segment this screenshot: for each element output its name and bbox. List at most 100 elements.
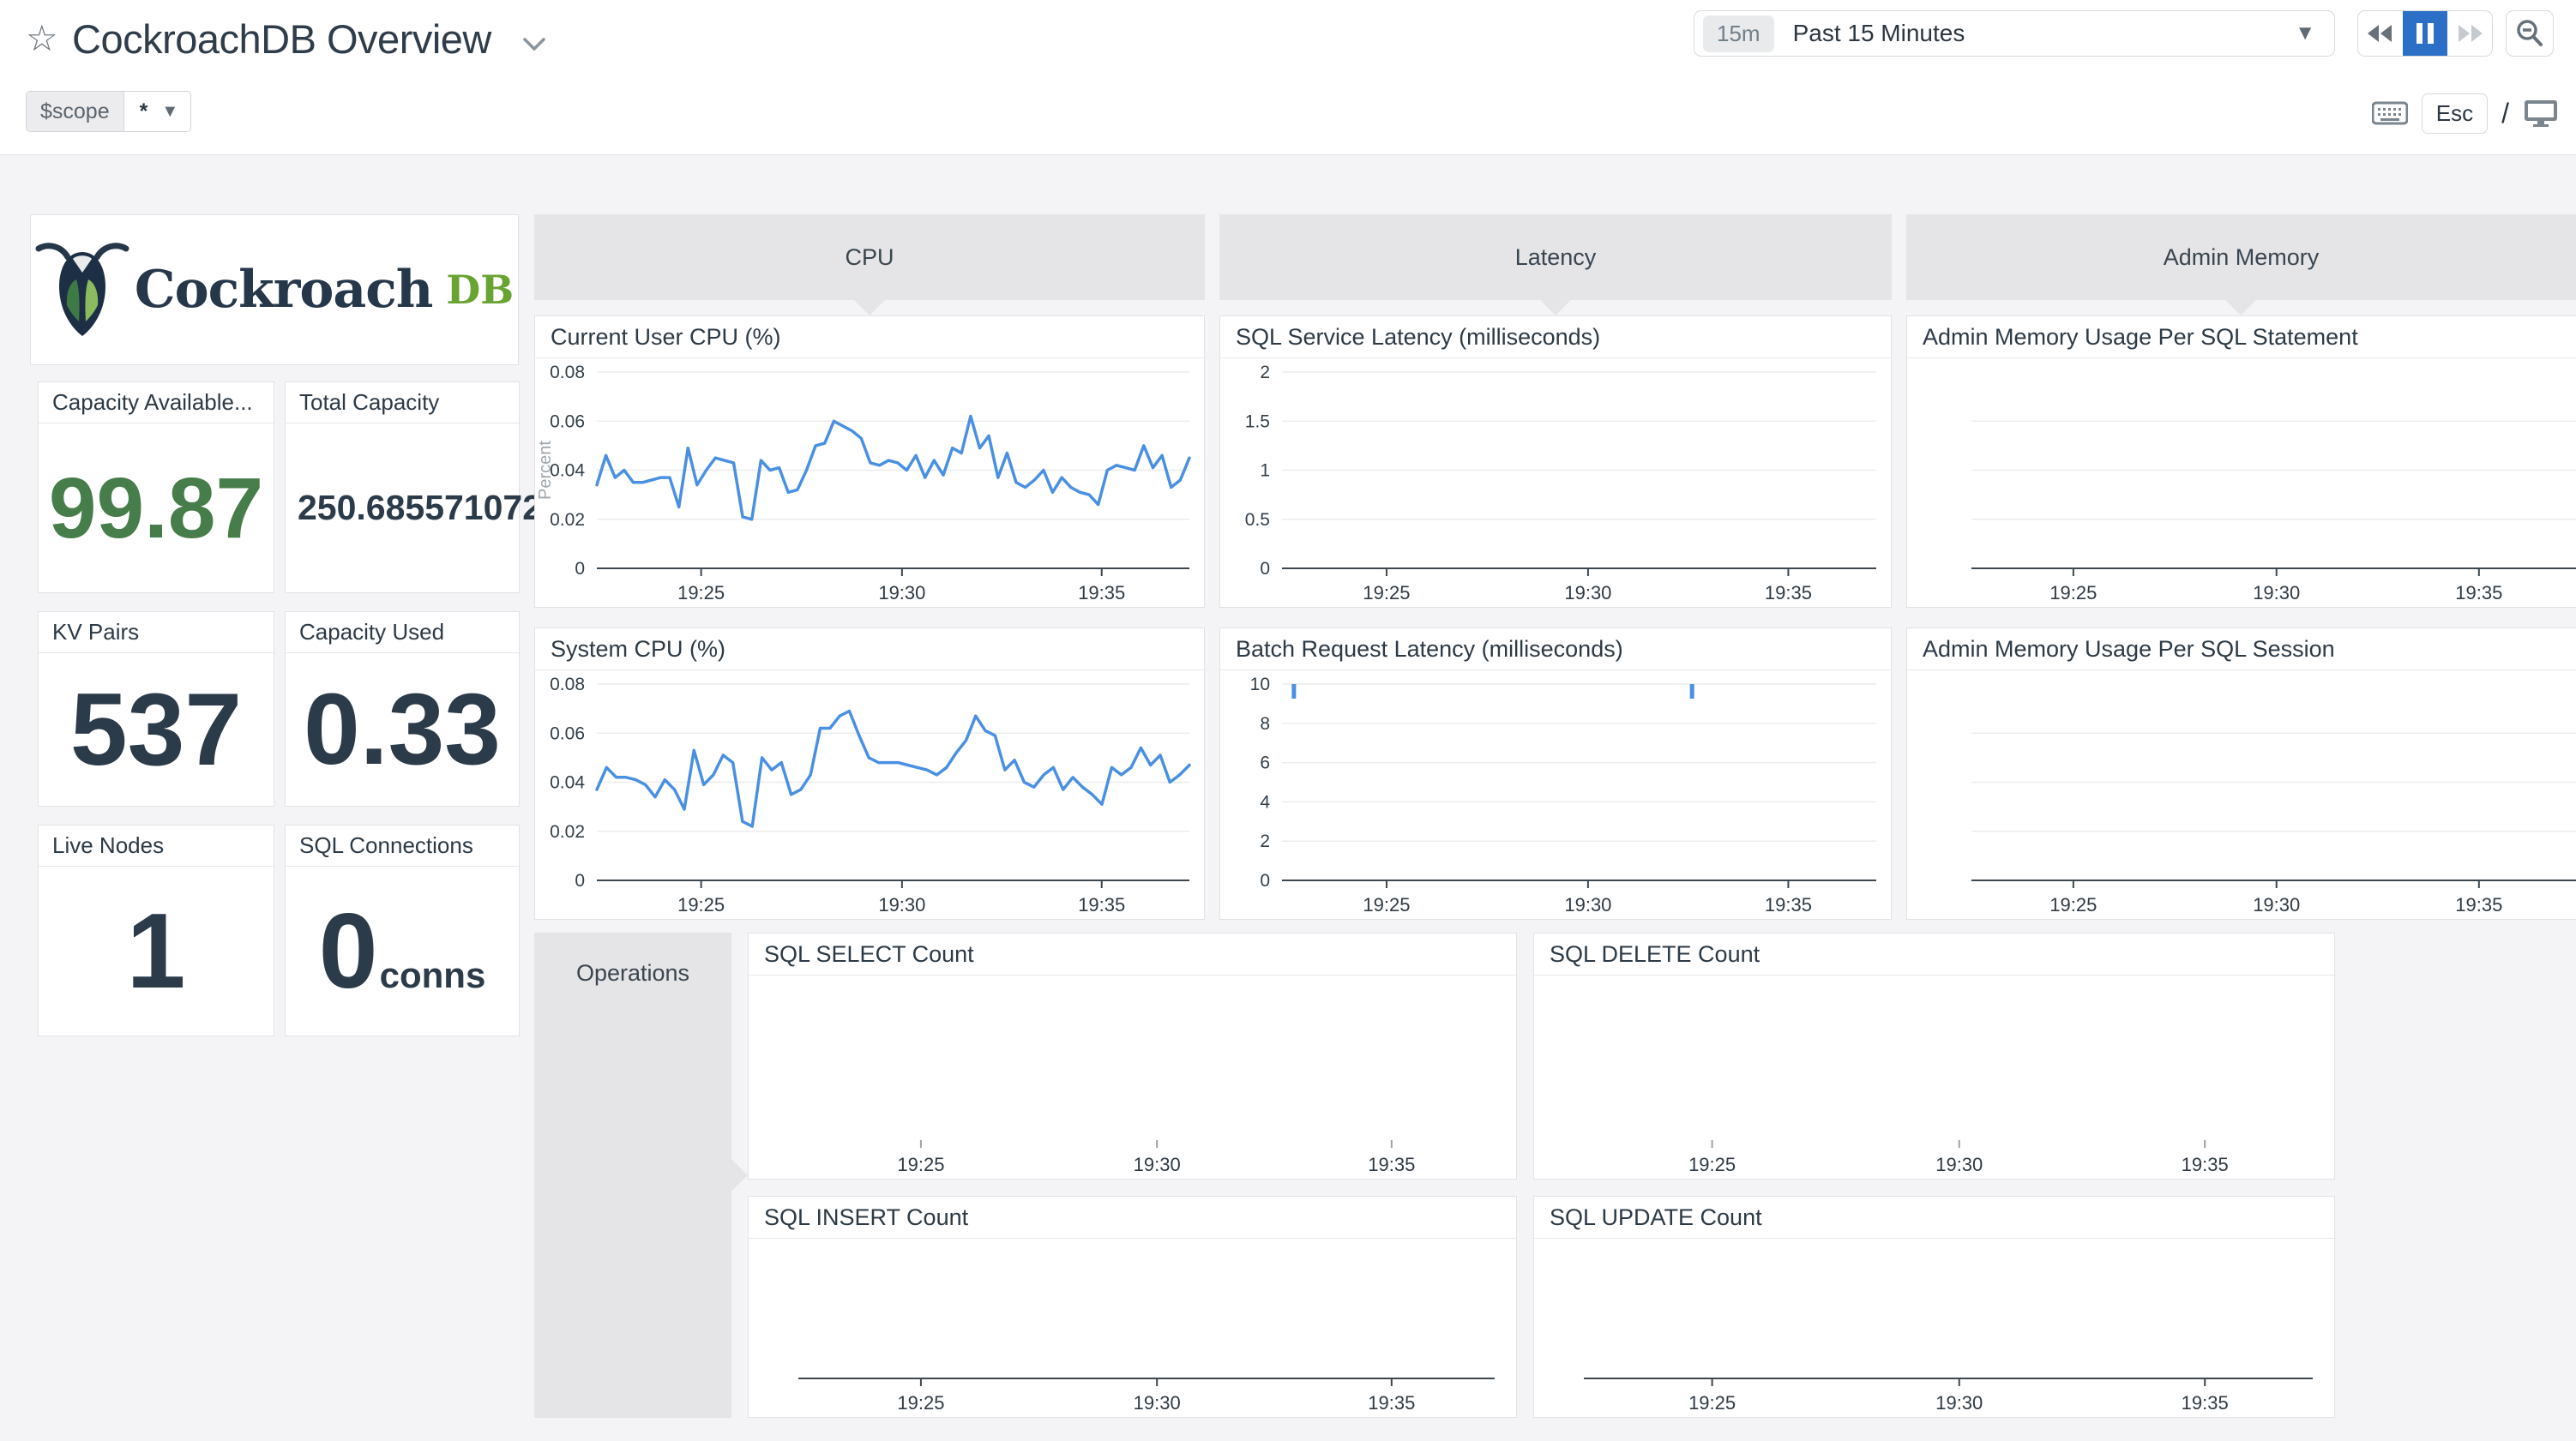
svg-text:19:35: 19:35 — [2182, 1392, 2229, 1414]
svg-text:19:25: 19:25 — [2049, 582, 2097, 603]
svg-text:19:35: 19:35 — [1368, 1154, 1415, 1175]
svg-text:19:25: 19:25 — [1363, 582, 1410, 603]
svg-text:1: 1 — [1260, 461, 1270, 481]
chart-plot-area[interactable]: 19:25 19:30 19:35 — [1907, 358, 2576, 607]
svg-text:19:25: 19:25 — [1363, 894, 1410, 916]
svg-text:19:25: 19:25 — [897, 1392, 944, 1414]
chart-plot-area[interactable]: 19:2519:3019:35 — [1534, 976, 2334, 1179]
group-notch — [2225, 300, 2256, 315]
svg-text:19:30: 19:30 — [1935, 1392, 1983, 1414]
chart-plot-area[interactable]: 024681019:2519:3019:35 — [1220, 670, 1891, 919]
chart-plot-area[interactable]: 19:2519:3019:35 — [1907, 670, 2576, 919]
esc-shortcut-button[interactable]: Esc — [2422, 93, 2488, 134]
favorite-star-icon[interactable]: ☆ — [26, 21, 58, 57]
svg-text:19:30: 19:30 — [1564, 582, 1611, 603]
svg-text:19:30: 19:30 — [878, 582, 925, 603]
chart-sql-select-count[interactable]: SQL SELECT Count 19:2519:3019:35 — [748, 933, 1517, 1180]
svg-text:19:35: 19:35 — [2455, 582, 2502, 603]
card-capacity-used[interactable]: Capacity Used 0.33 — [285, 611, 520, 807]
svg-text:2: 2 — [1260, 832, 1270, 851]
chart-admin-memory-session[interactable]: Admin Memory Usage Per SQL Session 19:25… — [1906, 627, 2576, 920]
metric-unit: conns — [380, 955, 486, 996]
card-title: Capacity Available... — [39, 382, 274, 423]
time-range-badge: 15m — [1703, 15, 1774, 52]
card-title: KV Pairs — [39, 612, 274, 653]
svg-text:0.5: 0.5 — [1245, 510, 1270, 530]
svg-text:0: 0 — [1260, 871, 1270, 891]
svg-text:0: 0 — [575, 559, 585, 579]
cockroachdb-logo-card: Cockroach DB — [30, 214, 519, 365]
group-header-operations[interactable]: Operations — [534, 933, 731, 1418]
chart-plot-area[interactable]: 19:2519:3019:35 — [1534, 1239, 2334, 1417]
svg-text:19:30: 19:30 — [1134, 1154, 1181, 1175]
svg-text:19:35: 19:35 — [1368, 1392, 1415, 1414]
metric-value: 99.87 — [49, 465, 263, 551]
card-title: Total Capacity — [286, 382, 519, 423]
group-header-latency[interactable]: Latency — [1219, 214, 1892, 300]
group-header-cpu[interactable]: CPU — [534, 214, 1205, 300]
slash-separator: / — [2501, 98, 2509, 129]
card-sql-connections[interactable]: SQL Connections 0 conns — [285, 825, 520, 1036]
cockroach-bug-icon — [35, 238, 129, 341]
fullscreen-monitor-icon[interactable] — [2523, 99, 2559, 128]
card-title: Live Nodes — [39, 826, 274, 867]
svg-text:19:35: 19:35 — [2455, 894, 2502, 916]
card-live-nodes[interactable]: Live Nodes 1 — [38, 825, 274, 1036]
scope-value-dropdown[interactable]: * ▼ — [124, 92, 191, 131]
chevron-down-icon[interactable] — [521, 36, 547, 53]
pause-button[interactable] — [2403, 11, 2447, 56]
caret-down-icon: ▼ — [161, 102, 178, 122]
caret-down-icon: ▼ — [2295, 21, 2315, 45]
svg-text:19:30: 19:30 — [1134, 1392, 1181, 1414]
chart-batch-request-latency[interactable]: Batch Request Latency (milliseconds) 024… — [1219, 627, 1892, 920]
rewind-button[interactable] — [2358, 11, 2403, 56]
metric-value: 537 — [70, 678, 242, 781]
card-total-capacity[interactable]: Total Capacity 250.6855710720 GB — [285, 381, 520, 593]
metric-value: 0.33 — [304, 679, 501, 780]
svg-text:0.08: 0.08 — [550, 363, 585, 382]
scope-template-variable[interactable]: $scope * ▼ — [26, 91, 191, 132]
logo-db-suffix: DB — [446, 267, 514, 313]
svg-text:19:35: 19:35 — [1765, 894, 1812, 916]
svg-text:8: 8 — [1260, 714, 1270, 734]
chart-admin-memory-statement[interactable]: Admin Memory Usage Per SQL Statement 19:… — [1906, 315, 2576, 608]
group-label: Operations — [534, 960, 731, 987]
svg-text:10: 10 — [1250, 675, 1270, 694]
group-notch — [854, 300, 885, 315]
svg-text:4: 4 — [1260, 792, 1270, 812]
chart-current-user-cpu[interactable]: Current User CPU (%) 00.020.040.060.0819… — [534, 315, 1205, 608]
time-range-selector[interactable]: 15m Past 15 Minutes ▼ — [1694, 10, 2335, 57]
group-header-admin-memory[interactable]: Admin Memory — [1906, 214, 2576, 300]
chart-sql-delete-count[interactable]: SQL DELETE Count 19:2519:3019:35 — [1533, 933, 2335, 1180]
group-label: CPU — [845, 244, 894, 271]
svg-text:19:25: 19:25 — [2049, 894, 2097, 916]
chart-sql-insert-count[interactable]: SQL INSERT Count 19:2519:3019:35 — [748, 1196, 1517, 1418]
chart-plot-area[interactable]: 00.020.040.060.0819:2519:3019:35Percent — [535, 358, 1204, 607]
group-notch — [1540, 300, 1571, 315]
chart-plot-area[interactable]: 00.020.040.060.0819:2519:3019:35 — [535, 670, 1204, 919]
card-capacity-available[interactable]: Capacity Available... 99.87 — [38, 381, 274, 593]
svg-text:19:30: 19:30 — [878, 894, 925, 916]
chart-system-cpu[interactable]: System CPU (%) 00.020.040.060.0819:2519:… — [534, 627, 1205, 920]
page-title: CockroachDB Overview — [72, 15, 491, 63]
card-title: Capacity Used — [286, 612, 519, 653]
chart-title: SQL SELECT Count — [749, 934, 1516, 976]
group-notch — [731, 1159, 748, 1192]
chart-plot-area[interactable]: 19:25 19:30 19:35 — [749, 1239, 1516, 1417]
chart-plot-area[interactable]: 00.511.5219:2519:3019:35 — [1220, 358, 1891, 607]
chart-sql-update-count[interactable]: SQL UPDATE Count 19:2519:3019:35 — [1533, 1196, 2335, 1418]
svg-text:19:30: 19:30 — [2253, 582, 2300, 603]
card-kv-pairs[interactable]: KV Pairs 537 — [38, 611, 274, 807]
card-title: SQL Connections — [286, 826, 519, 867]
time-range-label: Past 15 Minutes — [1793, 20, 1965, 47]
svg-text:0.06: 0.06 — [550, 411, 585, 431]
group-label: Latency — [1515, 244, 1597, 271]
dashboard-root: ☆ CockroachDB Overview 15m Past 15 Minut… — [0, 0, 2576, 1441]
chart-plot-area[interactable]: 19:2519:3019:35 — [749, 976, 1516, 1179]
fast-forward-button[interactable] — [2447, 11, 2492, 56]
chart-title: SQL DELETE Count — [1534, 934, 2334, 976]
zoom-out-button[interactable] — [2506, 10, 2554, 57]
chart-sql-service-latency[interactable]: SQL Service Latency (milliseconds) 00.51… — [1219, 315, 1892, 608]
svg-text:19:30: 19:30 — [1935, 1154, 1983, 1175]
svg-text:0.04: 0.04 — [550, 773, 585, 793]
